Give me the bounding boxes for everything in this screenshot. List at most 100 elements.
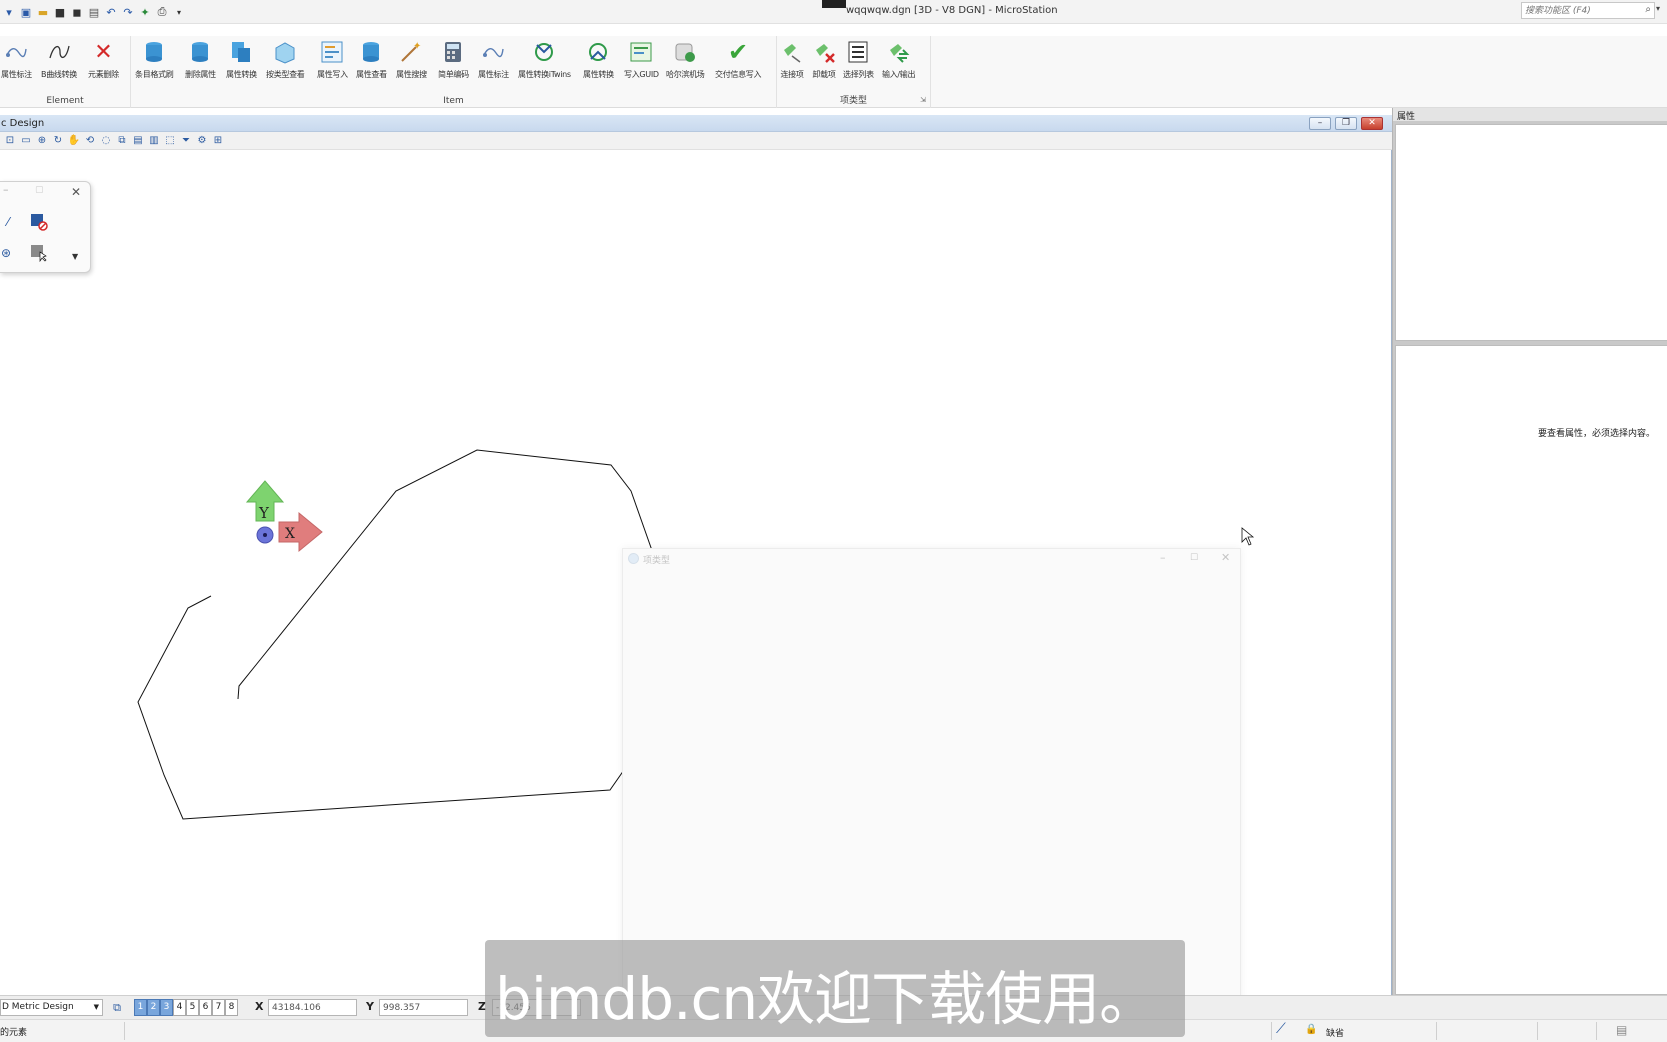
search-dropdown-icon[interactable]: ▾ (1656, 4, 1660, 13)
view-close-button[interactable]: ✕ (1361, 117, 1383, 130)
chevron-down-icon: ▼ (93, 1003, 99, 1011)
customize-qat-icon[interactable]: ▾ (172, 5, 186, 19)
zoom-in-icon[interactable]: ⊕ (35, 134, 49, 148)
copy-view-icon[interactable]: ⧉ (115, 134, 129, 148)
tool-cell-icon[interactable]: ⊛ (0, 243, 16, 263)
itwins-convert-icon (532, 40, 556, 64)
tool-no-display-icon[interactable] (29, 212, 49, 232)
zoom-window-icon[interactable]: ⊡ (3, 134, 17, 148)
polyline-element[interactable] (137, 449, 680, 820)
ribbon-search-box[interactable]: ⌕ (1521, 2, 1655, 19)
view-button-6[interactable]: 6 (199, 999, 212, 1016)
ribbon-button-attach-item[interactable]: 连接项 (780, 40, 804, 86)
tool-select-icon[interactable] (29, 243, 49, 263)
level-default-label[interactable]: 缺省 (1326, 1026, 1344, 1039)
view-groups-icon[interactable]: ⧉ (108, 999, 126, 1016)
view-button-5[interactable]: 5 (186, 999, 199, 1016)
ribbon-button-label: 属性写入 (317, 70, 348, 79)
ribbon-group-item: 条目格式刷 删除属性 属性转换 按类型查看 属性写入 属性查看 ✦ 属性搜搜 简… (131, 36, 777, 108)
floating-toolbox[interactable]: – ▢ ✕ ⁄ ⊛ ▼ (0, 181, 91, 273)
rotate-view-icon[interactable]: ↻ (51, 134, 65, 148)
properties-selection-list[interactable] (1395, 124, 1667, 341)
view-previous-icon[interactable]: ⟲ (83, 134, 97, 148)
design-file-changed-icon[interactable]: ▤ (1616, 1023, 1627, 1037)
ribbon-button-simple-code[interactable]: 简单编码 (438, 40, 469, 86)
ribbon-button-detach-item[interactable]: 卸载项 (812, 40, 836, 86)
view-button-1[interactable]: 1 (134, 999, 147, 1016)
model-select[interactable]: D Metric Design ▼ (0, 999, 103, 1016)
ribbon-button-property-label[interactable]: 属性标注 (1, 40, 32, 86)
properties-empty-message: 要查看属性，必须选择内容。 (1537, 429, 1655, 439)
pan-view-icon[interactable]: ✋ (67, 134, 81, 148)
redo-icon[interactable]: ↷ (121, 5, 135, 19)
view-button-8[interactable]: 8 (225, 999, 238, 1016)
wireframe-icon[interactable]: ⚙ (195, 134, 209, 148)
ribbon-button-property-label-2[interactable]: 属性标注 (478, 40, 509, 86)
save-all-icon[interactable]: ◼ (70, 5, 84, 19)
pin-icon[interactable]: ✦ (138, 5, 152, 19)
ribbon-button-property-convert[interactable]: 属性转换 (226, 40, 257, 86)
ribbon-button-view-by-type[interactable]: 按类型查看 (266, 40, 305, 86)
ribbon-button-label: 属性搜搜 (396, 70, 427, 79)
ribbon-button-format-brush[interactable]: 条目格式刷 (135, 40, 174, 86)
toolbox-minimize-button[interactable]: – (3, 183, 9, 196)
view-button-4[interactable]: 4 (173, 999, 186, 1016)
view-restore-button[interactable]: ❐ (1335, 117, 1357, 130)
toolbox-maximize-button[interactable]: ▢ (35, 185, 44, 195)
ribbon-button-label: 属性标注 (1, 70, 32, 79)
tool-line-icon[interactable]: ⁄ (0, 212, 18, 232)
ribbon-group-item-type: 连接项 卸载项 选择列表 输入/输出 项类型 ⇲ (777, 36, 931, 108)
undo-icon[interactable]: ↶ (104, 5, 118, 19)
view-title-bar[interactable]: c Design – ❐ ✕ (0, 115, 1392, 132)
ribbon-button-property-view[interactable]: 属性查看 (356, 40, 387, 86)
ribbon-button-property-search[interactable]: ✦ 属性搜搜 (396, 40, 427, 86)
fit-view-icon[interactable]: ▭ (19, 134, 33, 148)
view-button-3[interactable]: 3 (160, 999, 173, 1016)
toolbox-close-button[interactable]: ✕ (71, 185, 81, 199)
ribbon-button-pick-list[interactable]: 选择列表 (843, 40, 874, 86)
clip-volume-icon[interactable]: ⬚ (163, 134, 177, 148)
ribbon-button-import-export[interactable]: 输入/输出 (882, 40, 916, 86)
dialog-close-button[interactable]: ✕ (1221, 551, 1230, 564)
ribbon-button-delivery-write[interactable]: ✔ 交付信息写入 (715, 38, 762, 86)
item-type-dialog[interactable]: 项类型 – ☐ ✕ (622, 548, 1241, 1008)
ribbon-button-label: 属性转换iTwins (518, 70, 571, 79)
view-button-7[interactable]: 7 (212, 999, 225, 1016)
print-icon[interactable]: ⎙ (155, 5, 169, 19)
ribbon-button-delete-property[interactable]: 删除属性 (185, 40, 216, 86)
properties-panel: 属性 要查看属性，必须选择内容。 (1392, 108, 1667, 995)
view-filter-icon[interactable]: ⏷ (179, 134, 193, 148)
dialog-maximize-button[interactable]: ☐ (1190, 553, 1198, 563)
view-title: c Design (1, 118, 45, 129)
toolbox-title-bar[interactable]: – ▢ ✕ (0, 182, 91, 202)
toolbox-dropdown-icon[interactable]: ▼ (72, 252, 78, 261)
ribbon-button-bspline-convert[interactable]: B曲线转换 (41, 40, 77, 86)
view-button-2[interactable]: 2 (147, 999, 160, 1016)
save-icon[interactable]: ■ (53, 5, 67, 19)
ribbon-button-property-convert-2[interactable]: 属性转换 (583, 40, 614, 86)
accusnap-icon[interactable]: ⟋ (1276, 1021, 1286, 1037)
view-by-type-icon (273, 40, 297, 64)
compress-icon[interactable]: ▤ (87, 5, 101, 19)
ribbon-button-element-delete[interactable]: ✕ 元素删除 (88, 40, 119, 86)
open-folder-icon[interactable]: ▬ (36, 5, 50, 19)
view-next-icon[interactable]: ◌ (99, 134, 113, 148)
ribbon-button-label: 哈尔滨机场 (666, 70, 705, 79)
search-icon[interactable]: ⌕ (1645, 4, 1651, 15)
view-attributes-icon[interactable]: ▥ (147, 134, 161, 148)
x-coord-input[interactable] (268, 999, 357, 1016)
ribbon-button-airport[interactable]: 哈尔滨机场 (666, 40, 705, 86)
dialog-minimize-button[interactable]: – (1160, 551, 1166, 564)
ribbon-button-write-guid[interactable]: 写入GUID (624, 40, 659, 86)
workflow-dropdown-icon[interactable]: ▾ (2, 5, 16, 19)
lock-icon[interactable]: 🔒 (1305, 1024, 1317, 1035)
view-minimize-button[interactable]: – (1309, 117, 1331, 130)
y-coord-input[interactable] (379, 999, 468, 1016)
workspace-icon[interactable]: ▣ (19, 5, 33, 19)
ribbon-button-property-write[interactable]: 属性写入 (317, 40, 348, 86)
dialog-launcher-icon[interactable]: ⇲ (920, 96, 926, 104)
view-settings-icon[interactable]: ⊞ (211, 134, 225, 148)
display-style-icon[interactable]: ▤ (131, 134, 145, 148)
ribbon-search-input[interactable] (1522, 3, 1632, 18)
ribbon-button-itwins-convert[interactable]: 属性转换iTwins (518, 40, 571, 86)
